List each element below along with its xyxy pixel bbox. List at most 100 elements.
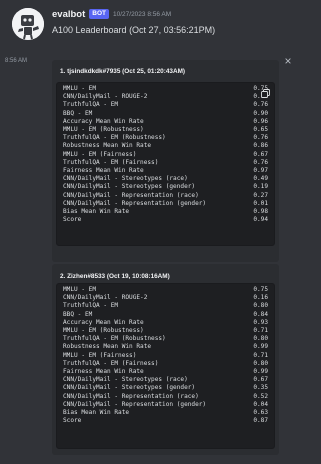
metric-label: TruthfulQA - EM (Robustness) [63, 335, 166, 343]
code-block: MMLU - EM 0.75 CNN/DailyMail - ROUGE-2 0.19… [56, 82, 275, 246]
metric-value: 0.71 [253, 327, 268, 335]
metric-value: 0.96 [253, 117, 268, 125]
metric-label: TruthfulQA - EM (Robustness) [63, 134, 166, 142]
metric-value: 0.93 [253, 318, 268, 326]
close-icon[interactable]: × [281, 54, 295, 68]
score-row: Accuracy Mean Win Rate 0.96 [63, 118, 268, 126]
score-row: MMLU - EM 0.75 [63, 85, 268, 93]
metric-value: 0.80 [253, 302, 268, 310]
score-row: Accuracy Mean Win Rate 0.93 [63, 319, 268, 327]
metric-label: Robustness Mean Win Rate [63, 142, 152, 150]
metric-value: 0.27 [253, 191, 268, 199]
metric-label: MMLU - EM [63, 286, 97, 293]
score-row: Score 0.94 [63, 216, 268, 224]
metric-label: BBQ - EM [63, 109, 93, 117]
metric-label: CNN/DailyMail - Stereotypes (gender) [63, 384, 196, 392]
metric-label: Score [63, 417, 82, 425]
message-text: A100 Leaderboard (Oct 27, 03:56:21PM) [52, 25, 216, 35]
score-row: CNN/DailyMail - Stereotypes (race) 0.49 [63, 175, 268, 183]
metric-label: Bias Mean Win Rate [63, 409, 130, 417]
metric-label: Accuracy Mean Win Rate [63, 117, 144, 125]
metric-label: TruthfulQA - EM [63, 302, 119, 310]
metric-label: BBQ - EM [63, 310, 93, 318]
metric-label: CNN/DailyMail - Representation (race) [63, 392, 199, 400]
discord-message-view: evalbot BOT 10/27/2023 8:56 AM A100 Lead… [0, 0, 321, 464]
username[interactable]: evalbot [52, 9, 85, 20]
metric-label: MMLU - EM (Fairness) [63, 150, 137, 158]
score-row: TruthfulQA - EM 0.76 [63, 101, 268, 109]
score-row: CNN/DailyMail - Representation (gender) 0… [63, 401, 268, 409]
metric-value: 0.01 [253, 199, 268, 207]
score-row: Fairness Mean Win Rate 0.99 [63, 368, 268, 376]
metric-label: CNN/DailyMail - Stereotypes (race) [63, 376, 188, 384]
score-row: TruthfulQA - EM (Fairness) 0.76 [63, 159, 268, 167]
metric-value: 0.84 [253, 310, 268, 318]
metric-value: 0.99 [253, 343, 268, 351]
metric-label: TruthfulQA - EM [63, 101, 119, 109]
metric-value: 0.87 [253, 417, 268, 425]
score-row: BBQ - EM 0.84 [63, 311, 268, 319]
embed-title: 2. Zizhen#8533 (Oct 19, 10:08:16AM) [60, 273, 170, 280]
metric-value: 0.76 [253, 134, 268, 142]
metric-value: 0.76 [253, 158, 268, 166]
embed-title: 1. tjsindkdkdk#7935 (Oct 25, 01:20:43AM) [60, 68, 186, 75]
metric-value: 0.19 [253, 183, 268, 191]
side-timestamp: 8:56 AM [5, 58, 28, 64]
metric-label: CNN/DailyMail - Representation (race) [63, 191, 199, 199]
metric-label: MMLU - EM (Robustness) [63, 327, 144, 335]
score-row: Fairness Mean Win Rate 0.97 [63, 167, 268, 175]
metric-label: CNN/DailyMail - Representation (gender) [63, 400, 207, 408]
code-block: MMLU - EM 0.75 CNN/DailyMail - ROUGE-2 0.16… [56, 283, 275, 449]
metric-label: MMLU - EM (Robustness) [63, 126, 144, 134]
metric-label: Fairness Mean Win Rate [63, 167, 144, 175]
leaderboard-embed: 1. tjsindkdkdk#7935 (Oct 25, 01:20:43AM)… [52, 60, 279, 262]
metric-value: 0.75 [253, 286, 268, 293]
score-row: MMLU - EM (Fairness) 0.67 [63, 151, 268, 159]
metric-label: CNN/DailyMail - Stereotypes (race) [63, 175, 188, 183]
robot-avatar-icon[interactable] [12, 8, 44, 40]
metric-value: 0.90 [253, 109, 268, 117]
copy-icon[interactable] [261, 85, 270, 98]
metric-value: 0.65 [253, 126, 268, 134]
metric-label: TruthfulQA - EM (Fairness) [63, 359, 159, 367]
metric-label: Bias Mean Win Rate [63, 208, 130, 216]
bot-badge: BOT [89, 9, 109, 19]
metric-value: 0.16 [253, 294, 268, 302]
metric-label: CNN/DailyMail - ROUGE-2 [63, 294, 148, 302]
score-row: Robustness Mean Win Rate 0.99 [63, 343, 268, 351]
metric-value: 0.63 [253, 409, 268, 417]
score-row: CNN/DailyMail - Stereotypes (gender) 0.35 [63, 384, 268, 392]
metric-value: 0.99 [253, 368, 268, 376]
metric-label: Fairness Mean Win Rate [63, 368, 144, 376]
metric-value: 0.80 [253, 359, 268, 367]
metric-label: Accuracy Mean Win Rate [63, 318, 144, 326]
score-row: CNN/DailyMail - Stereotypes (race) 0.67 [63, 376, 268, 384]
metric-value: 0.67 [253, 376, 268, 384]
metric-value: 0.98 [253, 208, 268, 216]
score-row: TruthfulQA - EM (Fairness) 0.80 [63, 360, 268, 368]
metric-value: 0.04 [253, 400, 268, 408]
score-row: CNN/DailyMail - Representation (gender) 0… [63, 200, 268, 208]
score-row: Score 0.87 [63, 417, 268, 425]
score-row: CNN/DailyMail - Representation (race) 0.2… [63, 192, 268, 200]
metric-value: 0.49 [253, 175, 268, 183]
metric-label: CNN/DailyMail - Representation (gender) [63, 199, 207, 207]
metric-value: 0.94 [253, 216, 268, 224]
score-row: CNN/DailyMail - ROUGE-2 0.16 [63, 294, 268, 302]
metric-value: 0.86 [253, 142, 268, 150]
score-row: CNN/DailyMail - Stereotypes (gender) 0.19 [63, 183, 268, 191]
metric-label: Robustness Mean Win Rate [63, 343, 152, 351]
metric-label: CNN/DailyMail - ROUGE-2 [63, 93, 148, 101]
metric-label: CNN/DailyMail - Stereotypes (gender) [63, 183, 196, 191]
score-row: TruthfulQA - EM (Robustness) 0.80 [63, 335, 268, 343]
score-row: MMLU - EM 0.75 [63, 286, 268, 294]
metric-value: 0.80 [253, 335, 268, 343]
score-row: MMLU - EM (Robustness) 0.71 [63, 327, 268, 335]
metric-value: 0.67 [253, 150, 268, 158]
metric-value: 0.71 [253, 351, 268, 359]
metric-value: 0.76 [253, 101, 268, 109]
message-timestamp: 10/27/2023 8:56 AM [113, 10, 172, 18]
metric-value: 0.97 [253, 167, 268, 175]
score-row: MMLU - EM (Fairness) 0.71 [63, 352, 268, 360]
score-row: Robustness Mean Win Rate 0.86 [63, 142, 268, 150]
